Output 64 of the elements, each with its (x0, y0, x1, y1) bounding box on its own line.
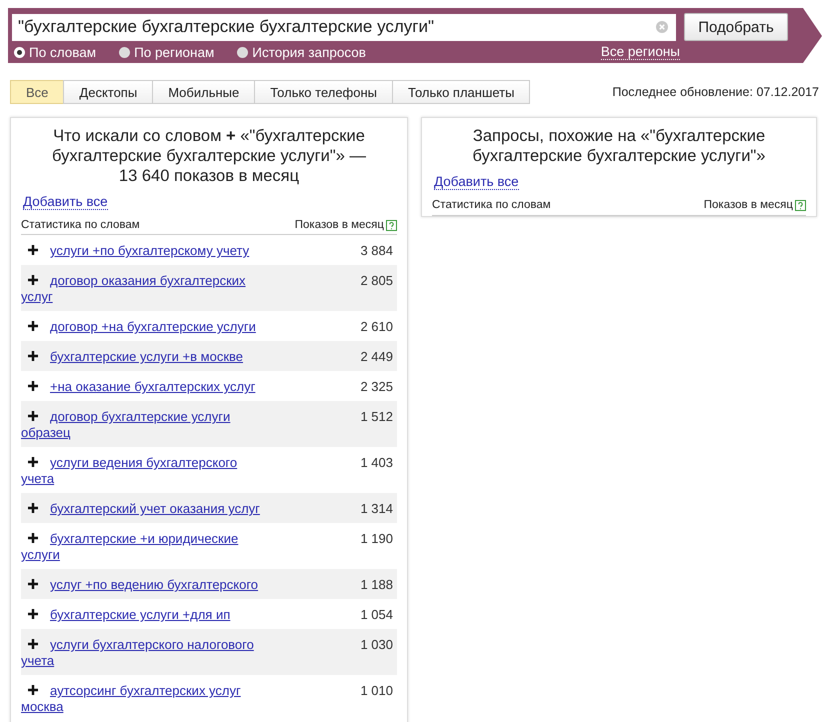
plus-icon[interactable] (28, 351, 38, 361)
count-cell: 1 030 (360, 637, 393, 653)
plus-icon[interactable] (28, 411, 38, 421)
plus-icon[interactable] (28, 381, 38, 391)
plus-icon[interactable] (28, 533, 38, 543)
column-header: Показов в месяц (294, 219, 384, 231)
phrase-link[interactable]: услуги бухгалтерского налогового учета (21, 637, 273, 669)
count-cell: 1 512 (360, 409, 393, 425)
regions-link[interactable]: Все регионы (600, 44, 680, 60)
device-tab[interactable]: Десктопы (63, 80, 154, 104)
count-cell: 2 449 (360, 349, 393, 365)
count-cell: 1 054 (360, 607, 393, 623)
plus-icon[interactable] (28, 245, 38, 255)
help-icon[interactable] (386, 220, 397, 230)
count-cell: 1 188 (360, 577, 393, 593)
count-cell: 2 325 (360, 379, 393, 395)
count-cell: 2 805 (360, 273, 393, 289)
device-tab[interactable]: Мобильные (152, 80, 256, 104)
plus-icon[interactable] (28, 503, 38, 513)
phrase-link[interactable]: аутсорсинг бухгалтерских услуг москва (21, 683, 273, 715)
mode-option[interactable]: По словам (14, 44, 96, 60)
plus-icon[interactable] (28, 275, 38, 285)
phrase-link[interactable]: бухгалтерский учет оказания услуг (21, 501, 273, 517)
panel-title: Запросы, похожие на «"бухгалтерские бухгалтерские бухгалтерские услуги"» (472, 126, 766, 166)
panel-title: Что искали со словом + «"бухгалтерские бухгалтерские бухгалтерские услуги"» — 13 640 показов в месяц (51, 126, 367, 186)
mode-option[interactable]: По регионам (119, 44, 214, 60)
radio-icon[interactable] (119, 46, 130, 58)
add-all-link[interactable]: Добавить все (23, 194, 108, 210)
plus-icon[interactable] (28, 457, 38, 467)
plus-icon[interactable] (28, 685, 38, 695)
device-tab[interactable]: Все (10, 80, 64, 104)
device-tab[interactable]: Только телефоны (254, 80, 394, 104)
help-icon[interactable] (795, 200, 806, 210)
phrase-link[interactable]: услуги ведения бухгалтерского учета (21, 455, 273, 487)
phrase-link[interactable]: договор бухгалтерские услуги образец (21, 409, 273, 441)
plus-icon[interactable] (28, 579, 38, 589)
search-field[interactable]: "бухгалтерские бухгалтерские бухгалтерские услуги" (12, 14, 676, 40)
plus-icon[interactable] (28, 639, 38, 649)
phrase-link[interactable]: услуг +по ведению бухгалтерского (21, 577, 273, 593)
pick-button[interactable]: Подобрать (684, 13, 788, 41)
phrase-link[interactable]: бухгалтерские +и юридические услуги (21, 531, 273, 563)
radio-icon[interactable] (237, 46, 248, 58)
column-header: Статистика по словам (432, 199, 551, 211)
column-header: Показов в месяц (704, 199, 793, 211)
count-cell: 1 190 (360, 531, 393, 547)
mode-option[interactable]: История запросов (237, 44, 366, 60)
device-tab[interactable]: Только планшеты (392, 80, 530, 104)
plus-icon[interactable] (28, 321, 38, 331)
phrase-link[interactable]: бухгалтерские услуги +в москве (21, 349, 273, 365)
count-cell: 1 010 (360, 683, 393, 699)
count-cell: 3 884 (360, 243, 393, 259)
last-update-text: Последнее обновление: 07.12.2017 (612, 85, 819, 99)
count-cell: 1 314 (360, 501, 393, 517)
count-cell: 2 610 (360, 319, 393, 335)
phrase-link[interactable]: договор оказания бухгалтерских услуг (21, 273, 273, 305)
phrase-link[interactable]: услуги +по бухгалтерскому учету (21, 243, 273, 259)
phrase-link[interactable]: договор +на бухгалтерские услуги (21, 319, 273, 335)
count-cell: 1 403 (360, 455, 393, 471)
column-header: Статистика по словам (21, 219, 140, 231)
plus-icon[interactable] (28, 609, 38, 619)
radio-icon[interactable] (14, 46, 25, 58)
phrase-link[interactable]: бухгалтерские услуги +для ип (21, 607, 273, 623)
phrase-link[interactable]: +на оказание бухгалтерских услуг (21, 379, 273, 395)
add-all-link[interactable]: Добавить все (434, 174, 519, 190)
